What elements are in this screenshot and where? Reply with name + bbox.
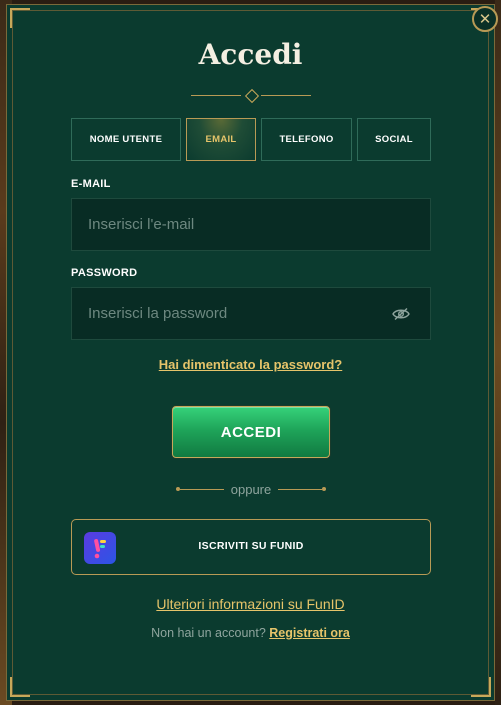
modal-inner-border bbox=[10, 8, 491, 697]
email-label: E-MAIL bbox=[71, 178, 111, 190]
password-field[interactable] bbox=[72, 288, 430, 339]
corner-ornament bbox=[471, 677, 491, 697]
tab-username[interactable]: NOME UTENTE bbox=[71, 118, 181, 161]
or-separator: oppure bbox=[176, 482, 326, 498]
email-field[interactable] bbox=[72, 199, 430, 250]
forgot-password-link[interactable]: Hai dimenticato la password? bbox=[0, 357, 501, 372]
email-field-wrapper bbox=[71, 198, 431, 251]
password-field-wrapper bbox=[71, 287, 431, 340]
eye-icon[interactable] bbox=[392, 307, 410, 321]
no-account-text: Non hai un account? bbox=[151, 626, 266, 640]
tab-social[interactable]: SOCIAL bbox=[357, 118, 431, 161]
register-link[interactable]: Registrati ora bbox=[269, 626, 350, 640]
page-title: Accedi bbox=[198, 38, 303, 71]
tab-email[interactable]: EMAIL bbox=[186, 118, 256, 161]
funid-more-info-link[interactable]: Ulteriori informazioni su FunID bbox=[0, 596, 501, 612]
funid-signup-label: ISCRIVITI SU FUNID bbox=[198, 540, 304, 552]
close-button[interactable]: ✕ bbox=[472, 6, 498, 32]
diamond-icon bbox=[244, 88, 260, 104]
no-account-line: Non hai un account? Registrati ora bbox=[0, 626, 501, 640]
corner-ornament bbox=[10, 677, 30, 697]
funid-signup-button[interactable]: ISCRIVITI SU FUNID bbox=[71, 519, 431, 575]
password-label: PASSWORD bbox=[71, 267, 138, 279]
tab-phone[interactable]: TELEFONO bbox=[261, 118, 352, 161]
login-method-tabs: NOME UTENTE EMAIL TELEFONO SOCIAL bbox=[71, 118, 431, 161]
corner-ornament bbox=[10, 8, 30, 28]
title-divider bbox=[191, 88, 311, 104]
login-button[interactable]: ACCEDI bbox=[172, 406, 330, 458]
close-icon: ✕ bbox=[478, 11, 492, 28]
